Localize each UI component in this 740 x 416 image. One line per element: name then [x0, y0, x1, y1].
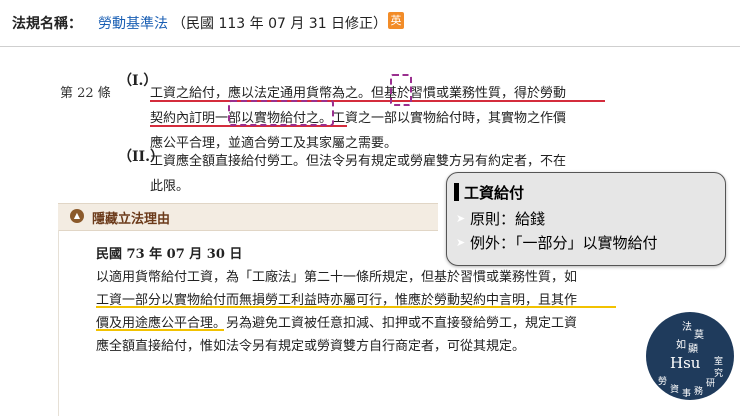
stamp-brand: Hsu	[670, 354, 701, 372]
reason-date: 民國 73 年 07 月 30 日	[96, 247, 243, 262]
paragraph-2-line-2: 此限。	[150, 179, 190, 194]
dashed-box-partial	[228, 100, 334, 126]
paragraph-1-line-1: 工資之給付，應以法定通用貨幣為之。但基於習慣或業務性質，得於勞動	[150, 86, 567, 101]
article-number: 第 22 條	[60, 86, 111, 101]
arrow-bullet-icon: ➤	[456, 212, 466, 225]
yellow-underline-1	[96, 306, 616, 308]
law-name-link[interactable]: 勞動基準法	[98, 13, 168, 33]
amendment-date: （民國 113 年 07 月 31 日修正）	[172, 16, 388, 32]
stamp-char: 事	[682, 389, 692, 399]
reason-line-4: 應全額直接給付，惟如法令另有規定或勞資雙方自行商定者，可從其規定。	[96, 339, 526, 354]
stamp-char: 顯	[688, 344, 698, 355]
stamp-char: 法	[682, 322, 692, 333]
paragraph-1-line-2: 契約內訂明一部以實物給付之。工資之一部以實物給付時，其實物之作價	[150, 111, 567, 126]
stamp-char: 究	[714, 369, 724, 379]
stamp-char: 室	[714, 357, 724, 367]
paragraph-1-line-3: 應公平合理，並適合勞工及其家屬之需要。	[150, 136, 398, 151]
law-header: 法規名稱： 勞動基準法 （民國 113 年 07 月 31 日修正） 英	[0, 0, 740, 47]
yellow-underline-2	[96, 329, 224, 331]
reason-line-1: 以適用貨幣給付工資，為「工廠法」第二十一條所規定，但基於習慣或業務性質，如	[96, 270, 578, 285]
callout-title: 工資給付	[464, 184, 525, 202]
dashed-box-dan	[390, 74, 412, 106]
english-version-badge[interactable]: 英	[388, 12, 404, 29]
hsu-office-stamp-logo: 法 莫 如 顯 Hsu 勞 資 事 務 研 究 室	[646, 312, 734, 400]
stamp-char: 如	[676, 340, 686, 351]
stamp-char: 勞	[658, 377, 668, 387]
red-underline-1	[150, 100, 605, 102]
stamp-char: 資	[670, 385, 680, 395]
arrow-bullet-icon: ➤	[456, 236, 466, 249]
callout-title-bar	[454, 183, 459, 201]
reason-title[interactable]: 隱藏立法理由	[92, 208, 170, 227]
law-name-label: 法規名稱：	[12, 16, 82, 32]
chevron-up-icon[interactable]: ▲	[70, 209, 84, 223]
callout-point-1: 原則：給錢	[470, 210, 546, 228]
paragraph-2-line-1: 工資應全額直接給付勞工。但法令另有規定或勞雇雙方另有約定者，不在	[150, 154, 567, 169]
stamp-char: 莫	[694, 330, 704, 341]
stamp-char: 務	[694, 387, 704, 397]
callout-point-2: 例外：「一部分」以實物給付	[470, 234, 658, 252]
